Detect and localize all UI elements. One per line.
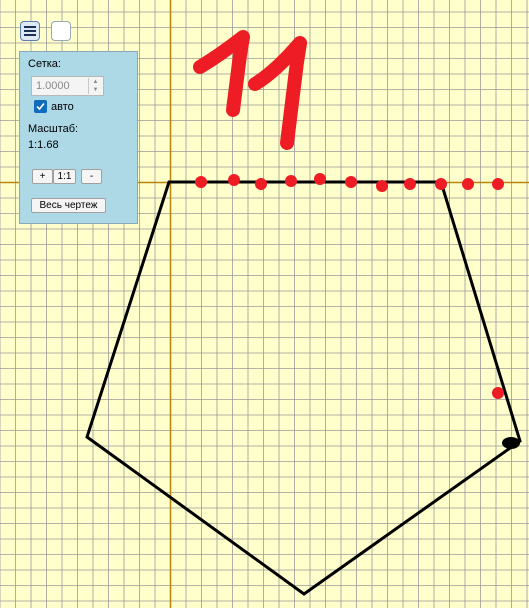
grid-step-input[interactable]: 1.0000 ▲ ▼	[31, 76, 104, 96]
scale-1to1-button[interactable]: 1:1	[53, 169, 76, 184]
zoom-out-button[interactable]: -	[81, 169, 102, 184]
auto-label: авто	[51, 101, 74, 113]
grid-label: Сетка:	[28, 58, 61, 70]
red-point	[404, 178, 416, 190]
scale-label: Масштаб:	[28, 123, 79, 135]
red-point	[285, 175, 297, 187]
red-point	[255, 178, 267, 190]
auto-checkbox[interactable]	[34, 100, 47, 113]
scale-value: 1:1.68	[28, 139, 59, 151]
red-point	[376, 180, 388, 192]
red-point	[314, 173, 326, 185]
red-point	[492, 387, 504, 399]
red-point	[492, 178, 504, 190]
red-point	[345, 176, 357, 188]
zoom-in-button[interactable]: +	[32, 169, 53, 184]
red-point	[462, 178, 474, 190]
grid-spinner[interactable]: ▲ ▼	[88, 78, 102, 94]
red-point	[195, 176, 207, 188]
toolbar-blank-button[interactable]	[51, 21, 71, 41]
hamburger-icon	[24, 26, 36, 36]
settings-panel: Сетка: 1.0000 ▲ ▼ авто Масштаб: 1:1.68 + …	[19, 51, 138, 224]
menu-button[interactable]	[20, 21, 40, 41]
checkmark-icon	[36, 102, 45, 111]
red-point	[228, 174, 240, 186]
grid-step-value: 1.0000	[36, 80, 70, 92]
selected-vertex-point[interactable]	[502, 437, 520, 449]
fit-all-button[interactable]: Весь чертеж	[31, 198, 106, 213]
red-point	[435, 178, 447, 190]
